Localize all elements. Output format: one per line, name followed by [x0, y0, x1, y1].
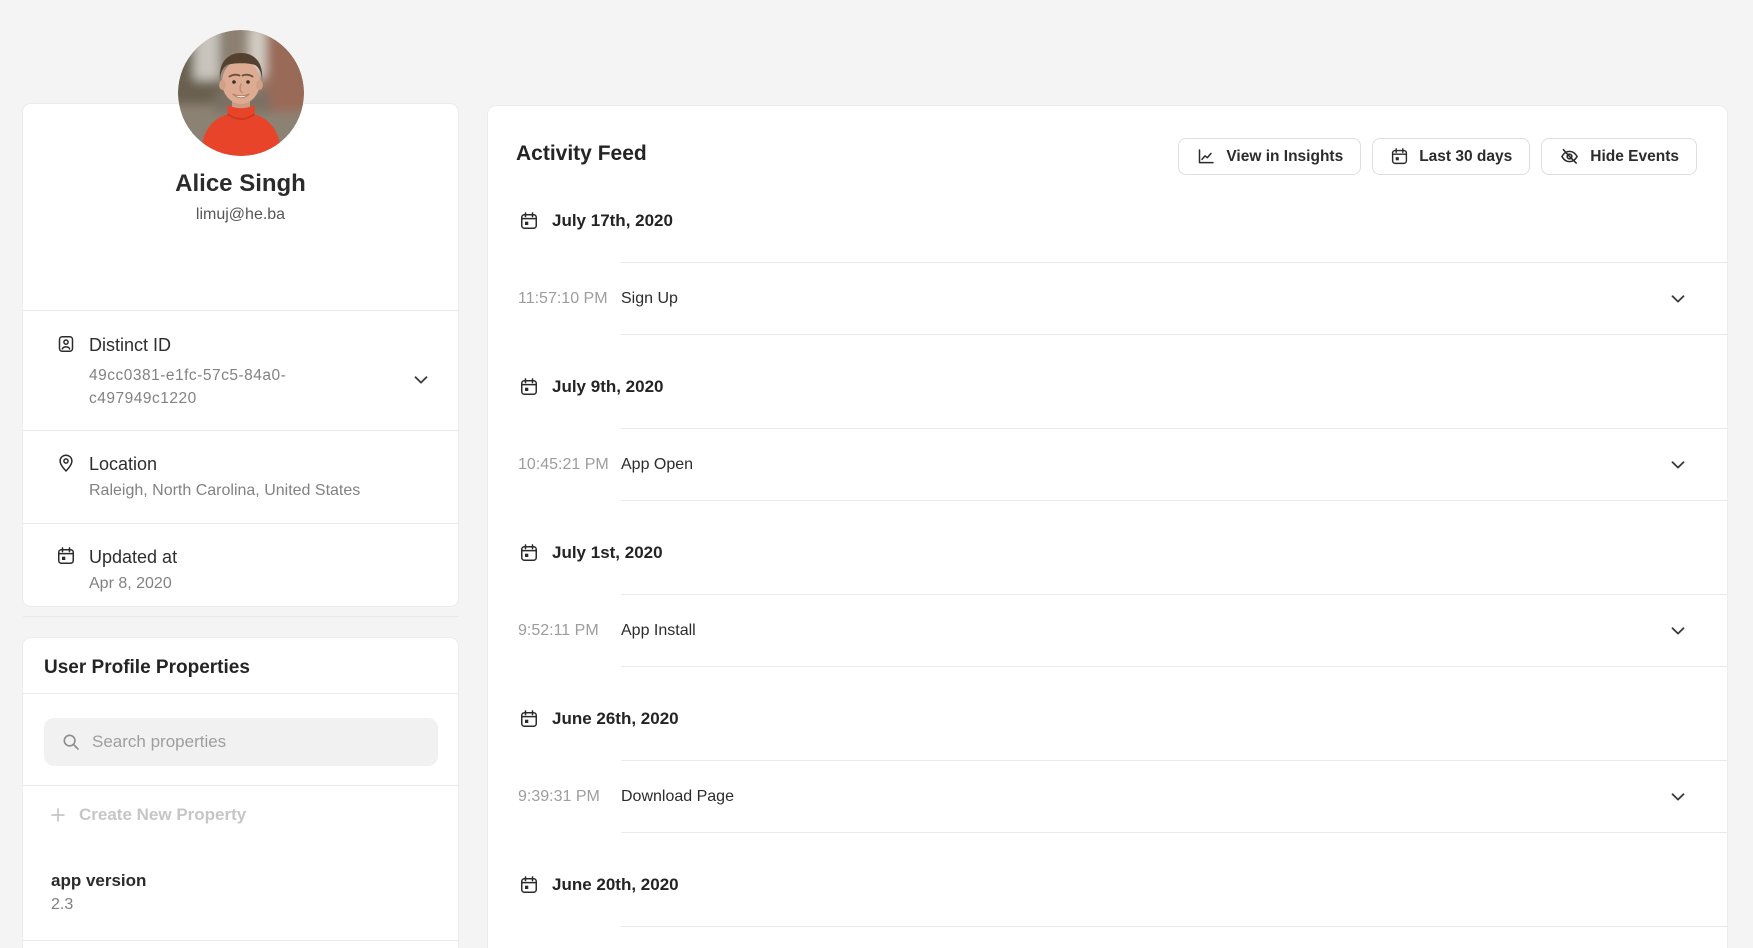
feed-date-label: July 9th, 2020	[552, 377, 664, 397]
divider	[621, 832, 1727, 833]
chevron-down-icon[interactable]	[414, 376, 428, 384]
feed-actions: View in Insights Last 30 days Hide Event…	[1178, 138, 1697, 175]
search-icon	[62, 733, 80, 751]
event-name: Download Page	[621, 788, 734, 806]
feed-groups: July 17th, 2020 11:57:10 PM Sign Up July…	[488, 106, 1727, 927]
divider	[621, 334, 1727, 335]
profile-email: limuj@he.ba	[23, 205, 458, 224]
eye-off-icon	[1559, 146, 1580, 167]
calendar-icon	[519, 875, 539, 895]
event-item: 9:39:31 PM Download Page	[488, 761, 1727, 833]
event-name: Sign Up	[621, 290, 678, 308]
chevron-down-icon[interactable]	[1671, 793, 1685, 801]
last-30-days-label: Last 30 days	[1419, 148, 1512, 166]
feed-date-label: June 26th, 2020	[552, 709, 679, 729]
feed-date-header: June 20th, 2020	[519, 873, 1727, 897]
event-row[interactable]: 11:57:10 PM Sign Up	[488, 263, 1727, 334]
location-pin-icon	[56, 453, 76, 473]
plus-icon	[51, 808, 65, 822]
event-time: 10:45:21 PM	[518, 456, 609, 474]
divider	[621, 500, 1727, 501]
divider	[621, 926, 1727, 927]
profile-name: Alice Singh	[23, 170, 458, 198]
id-badge-icon	[56, 334, 76, 354]
user-profile-properties-card: User Profile Properties	[22, 637, 459, 948]
event-name: App Install	[621, 622, 696, 640]
profile-header: Alice Singh limuj@he.ba	[23, 170, 458, 310]
event-name: App Open	[621, 456, 693, 474]
property-name: app version	[51, 871, 458, 890]
feed-date-group: July 1st, 2020 9:52:11 PM App Install	[488, 541, 1727, 667]
chevron-down-icon[interactable]	[1671, 627, 1685, 635]
field-label: Location	[23, 431, 458, 475]
view-in-insights-button[interactable]: View in Insights	[1178, 138, 1361, 175]
calendar-icon	[519, 543, 539, 563]
line-chart-icon	[1196, 147, 1216, 167]
view-in-insights-label: View in Insights	[1226, 148, 1343, 166]
event-item: 9:52:11 PM App Install	[488, 595, 1727, 667]
event-time: 9:52:11 PM	[518, 622, 599, 640]
create-new-property-button[interactable]: Create New Property	[23, 785, 458, 843]
field-label: Distinct ID	[23, 311, 458, 356]
event-row[interactable]: 10:45:21 PM App Open	[488, 429, 1727, 500]
properties-title: User Profile Properties	[23, 638, 458, 693]
feed-date-label: July 1st, 2020	[552, 543, 663, 563]
feed-date-header: June 26th, 2020	[519, 707, 1727, 731]
chevron-down-icon[interactable]	[1671, 295, 1685, 303]
feed-date-label: June 20th, 2020	[552, 875, 679, 895]
field-value: 49cc0381-e1fc-57c5-84a0-c497949c1220	[23, 364, 353, 410]
field-updated-at: Updated at Apr 8, 2020	[23, 523, 458, 616]
profile-card: Alice Singh limuj@he.ba Distinct ID 49cc…	[22, 103, 459, 607]
feed-date-group: July 9th, 2020 10:45:21 PM App Open	[488, 375, 1727, 501]
event-row[interactable]: 9:52:11 PM App Install	[488, 595, 1727, 666]
event-time: 11:57:10 PM	[518, 290, 608, 308]
feed-date-group: July 17th, 2020 11:57:10 PM Sign Up	[488, 209, 1727, 335]
event-time: 9:39:31 PM	[518, 788, 600, 806]
field-distinct-id: Distinct ID 49cc0381-e1fc-57c5-84a0-c497…	[23, 310, 458, 430]
event-item: 10:45:21 PM App Open	[488, 429, 1727, 501]
properties-search-section	[23, 693, 458, 785]
user-profile-page: Alice Singh limuj@he.ba Distinct ID 49cc…	[0, 0, 1753, 948]
avatar	[178, 30, 304, 156]
feed-date-header: July 17th, 2020	[519, 209, 1727, 233]
hide-events-label: Hide Events	[1590, 148, 1679, 166]
calendar-icon	[519, 377, 539, 397]
hide-events-button[interactable]: Hide Events	[1541, 138, 1697, 175]
search-properties-input[interactable]	[92, 732, 438, 752]
activity-feed-title: Activity Feed	[516, 142, 647, 166]
feed-date-group: June 20th, 2020	[488, 873, 1727, 927]
chevron-down-icon[interactable]	[1671, 461, 1685, 469]
feed-date-header: July 1st, 2020	[519, 541, 1727, 565]
activity-feed-card: Activity Feed View in Insights Last 30 d…	[487, 105, 1728, 948]
event-row[interactable]: 9:39:31 PM Download Page	[488, 761, 1727, 832]
event-item: 11:57:10 PM Sign Up	[488, 263, 1727, 335]
feed-date-group: June 26th, 2020 9:39:31 PM Download Page	[488, 707, 1727, 833]
search-box[interactable]	[44, 718, 438, 766]
field-value: Apr 8, 2020	[23, 574, 458, 594]
field-label: Updated at	[23, 524, 458, 568]
feed-date-label: July 17th, 2020	[552, 211, 673, 231]
property-value: 2.3	[51, 896, 458, 914]
calendar-icon	[1390, 147, 1409, 166]
divider	[621, 666, 1727, 667]
calendar-icon	[519, 211, 539, 231]
field-location: Location Raleigh, North Carolina, United…	[23, 430, 458, 523]
calendar-icon	[519, 709, 539, 729]
create-new-property-label: Create New Property	[79, 805, 246, 825]
avatar-photo	[178, 30, 304, 156]
feed-date-header: July 9th, 2020	[519, 375, 1727, 399]
property-item[interactable]: app version 2.3	[23, 843, 458, 941]
last-30-days-button[interactable]: Last 30 days	[1372, 138, 1530, 175]
calendar-icon	[56, 546, 76, 566]
field-value: Raleigh, North Carolina, United States	[23, 481, 458, 501]
